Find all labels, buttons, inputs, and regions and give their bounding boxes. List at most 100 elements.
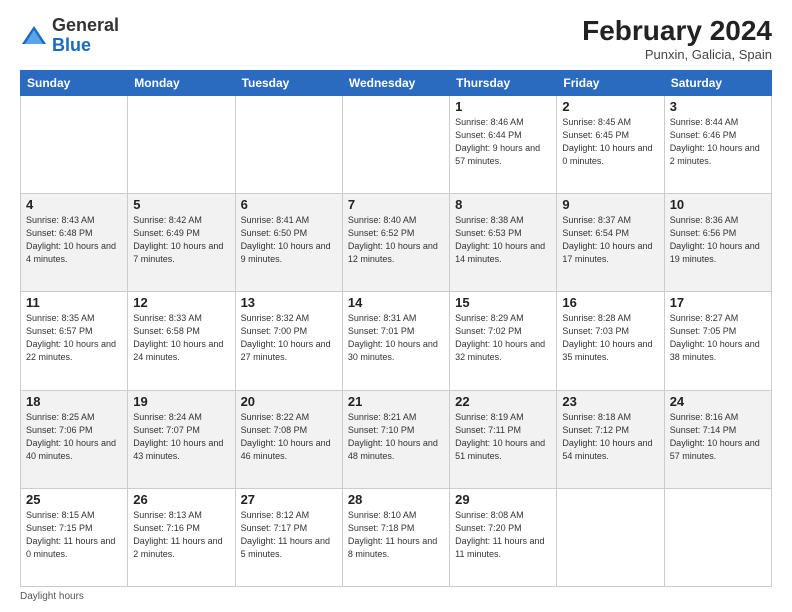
calendar-cell — [235, 95, 342, 193]
day-info: Sunrise: 8:08 AM Sunset: 7:20 PM Dayligh… — [455, 509, 551, 561]
calendar-cell: 1 Sunrise: 8:46 AM Sunset: 6:44 PM Daylig… — [450, 95, 557, 193]
calendar-cell: 22 Sunrise: 8:19 AM Sunset: 7:11 PM Dayli… — [450, 390, 557, 488]
calendar-cell: 19 Sunrise: 8:24 AM Sunset: 7:07 PM Dayli… — [128, 390, 235, 488]
day-number: 23 — [562, 394, 658, 409]
day-number: 17 — [670, 295, 766, 310]
day-info: Sunrise: 8:24 AM Sunset: 7:07 PM Dayligh… — [133, 411, 229, 463]
footer-note: Daylight hours — [20, 591, 772, 602]
calendar-cell: 29 Sunrise: 8:08 AM Sunset: 7:20 PM Dayli… — [450, 488, 557, 586]
day-info: Sunrise: 8:33 AM Sunset: 6:58 PM Dayligh… — [133, 312, 229, 364]
calendar-cell: 9Sunrise: 8:37 AM Sunset: 6:54 PM Daylig… — [557, 194, 664, 292]
calendar-cell: 24 Sunrise: 8:16 AM Sunset: 7:14 PM Dayli… — [664, 390, 771, 488]
day-number: 15 — [455, 295, 551, 310]
day-info: Sunrise: 8:42 AM Sunset: 6:49 PM Dayligh… — [133, 214, 229, 266]
calendar-cell: 13 Sunrise: 8:32 AM Sunset: 7:00 PM Dayli… — [235, 292, 342, 390]
day-number: 3 — [670, 99, 766, 114]
day-number: 29 — [455, 492, 551, 507]
weekday-header-row: SundayMondayTuesdayWednesdayThursdayFrid… — [21, 70, 772, 95]
day-number: 27 — [241, 492, 337, 507]
calendar-cell: 21 Sunrise: 8:21 AM Sunset: 7:10 PM Dayli… — [342, 390, 449, 488]
calendar-cell — [21, 95, 128, 193]
day-info: Sunrise: 8:16 AM Sunset: 7:14 PM Dayligh… — [670, 411, 766, 463]
day-number: 21 — [348, 394, 444, 409]
calendar-cell — [342, 95, 449, 193]
calendar-cell: 10 Sunrise: 8:36 AM Sunset: 6:56 PM Dayli… — [664, 194, 771, 292]
calendar-cell: 3 Sunrise: 8:44 AM Sunset: 6:46 PM Daylig… — [664, 95, 771, 193]
day-number: 10 — [670, 197, 766, 212]
day-number: 19 — [133, 394, 229, 409]
day-info: Sunrise: 8:29 AM Sunset: 7:02 PM Dayligh… — [455, 312, 551, 364]
day-info: Sunrise: 8:46 AM Sunset: 6:44 PM Dayligh… — [455, 116, 551, 168]
day-number: 22 — [455, 394, 551, 409]
weekday-header-friday: Friday — [557, 70, 664, 95]
calendar-cell: 28Sunrise: 8:10 AM Sunset: 7:18 PM Dayli… — [342, 488, 449, 586]
day-info: Sunrise: 8:35 AM Sunset: 6:57 PM Dayligh… — [26, 312, 122, 364]
calendar-cell — [128, 95, 235, 193]
calendar-cell: 14Sunrise: 8:31 AM Sunset: 7:01 PM Dayli… — [342, 292, 449, 390]
day-info: Sunrise: 8:15 AM Sunset: 7:15 PM Dayligh… — [26, 509, 122, 561]
calendar-cell: 7 Sunrise: 8:40 AM Sunset: 6:52 PM Daylig… — [342, 194, 449, 292]
day-info: Sunrise: 8:40 AM Sunset: 6:52 PM Dayligh… — [348, 214, 444, 266]
calendar-cell: 20 Sunrise: 8:22 AM Sunset: 7:08 PM Dayli… — [235, 390, 342, 488]
calendar-cell: 26 Sunrise: 8:13 AM Sunset: 7:16 PM Dayli… — [128, 488, 235, 586]
day-number: 7 — [348, 197, 444, 212]
day-info: Sunrise: 8:44 AM Sunset: 6:46 PM Dayligh… — [670, 116, 766, 168]
page: General Blue February 2024 Punxin, Galic… — [0, 0, 792, 612]
weekday-header-saturday: Saturday — [664, 70, 771, 95]
calendar-cell — [664, 488, 771, 586]
logo-blue-text: Blue — [52, 35, 91, 55]
day-number: 2 — [562, 99, 658, 114]
calendar-cell: 5 Sunrise: 8:42 AM Sunset: 6:49 PM Daylig… — [128, 194, 235, 292]
calendar-cell: 4 Sunrise: 8:43 AM Sunset: 6:48 PM Daylig… — [21, 194, 128, 292]
day-number: 5 — [133, 197, 229, 212]
weekday-header-thursday: Thursday — [450, 70, 557, 95]
day-info: Sunrise: 8:12 AM Sunset: 7:17 PM Dayligh… — [241, 509, 337, 561]
calendar-week-row: 1 Sunrise: 8:46 AM Sunset: 6:44 PM Daylig… — [21, 95, 772, 193]
day-info: Sunrise: 8:10 AM Sunset: 7:18 PM Dayligh… — [348, 509, 444, 561]
day-info: Sunrise: 8:31 AM Sunset: 7:01 PM Dayligh… — [348, 312, 444, 364]
day-info: Sunrise: 8:18 AM Sunset: 7:12 PM Dayligh… — [562, 411, 658, 463]
day-number: 20 — [241, 394, 337, 409]
daylight-label: Daylight hours — [20, 591, 84, 602]
day-info: Sunrise: 8:13 AM Sunset: 7:16 PM Dayligh… — [133, 509, 229, 561]
day-info: Sunrise: 8:27 AM Sunset: 7:05 PM Dayligh… — [670, 312, 766, 364]
day-number: 4 — [26, 197, 122, 212]
day-info: Sunrise: 8:43 AM Sunset: 6:48 PM Dayligh… — [26, 214, 122, 266]
day-number: 12 — [133, 295, 229, 310]
day-number: 8 — [455, 197, 551, 212]
calendar-week-row: 4 Sunrise: 8:43 AM Sunset: 6:48 PM Daylig… — [21, 194, 772, 292]
day-info: Sunrise: 8:37 AM Sunset: 6:54 PM Dayligh… — [562, 214, 658, 266]
calendar-cell — [557, 488, 664, 586]
calendar-table: SundayMondayTuesdayWednesdayThursdayFrid… — [20, 70, 772, 587]
day-info: Sunrise: 8:36 AM Sunset: 6:56 PM Dayligh… — [670, 214, 766, 266]
weekday-header-tuesday: Tuesday — [235, 70, 342, 95]
calendar-week-row: 25 Sunrise: 8:15 AM Sunset: 7:15 PM Dayli… — [21, 488, 772, 586]
weekday-header-sunday: Sunday — [21, 70, 128, 95]
month-year-title: February 2024 — [582, 16, 772, 47]
weekday-header-wednesday: Wednesday — [342, 70, 449, 95]
day-number: 18 — [26, 394, 122, 409]
calendar-cell: 6Sunrise: 8:41 AM Sunset: 6:50 PM Daylig… — [235, 194, 342, 292]
day-info: Sunrise: 8:32 AM Sunset: 7:00 PM Dayligh… — [241, 312, 337, 364]
day-number: 24 — [670, 394, 766, 409]
day-info: Sunrise: 8:22 AM Sunset: 7:08 PM Dayligh… — [241, 411, 337, 463]
day-number: 1 — [455, 99, 551, 114]
calendar-cell: 17 Sunrise: 8:27 AM Sunset: 7:05 PM Dayli… — [664, 292, 771, 390]
day-number: 13 — [241, 295, 337, 310]
day-number: 26 — [133, 492, 229, 507]
day-info: Sunrise: 8:25 AM Sunset: 7:06 PM Dayligh… — [26, 411, 122, 463]
day-number: 25 — [26, 492, 122, 507]
day-info: Sunrise: 8:21 AM Sunset: 7:10 PM Dayligh… — [348, 411, 444, 463]
calendar-cell: 27 Sunrise: 8:12 AM Sunset: 7:17 PM Dayli… — [235, 488, 342, 586]
calendar-cell: 25 Sunrise: 8:15 AM Sunset: 7:15 PM Dayli… — [21, 488, 128, 586]
day-number: 6 — [241, 197, 337, 212]
day-number: 16 — [562, 295, 658, 310]
logo-text: General Blue — [52, 16, 119, 56]
calendar-cell: 16 Sunrise: 8:28 AM Sunset: 7:03 PM Dayli… — [557, 292, 664, 390]
calendar-cell: 23 Sunrise: 8:18 AM Sunset: 7:12 PM Dayli… — [557, 390, 664, 488]
calendar-cell: 8Sunrise: 8:38 AM Sunset: 6:53 PM Daylig… — [450, 194, 557, 292]
day-info: Sunrise: 8:28 AM Sunset: 7:03 PM Dayligh… — [562, 312, 658, 364]
day-info: Sunrise: 8:19 AM Sunset: 7:11 PM Dayligh… — [455, 411, 551, 463]
calendar-cell: 18 Sunrise: 8:25 AM Sunset: 7:06 PM Dayli… — [21, 390, 128, 488]
calendar-cell: 12 Sunrise: 8:33 AM Sunset: 6:58 PM Dayli… — [128, 292, 235, 390]
